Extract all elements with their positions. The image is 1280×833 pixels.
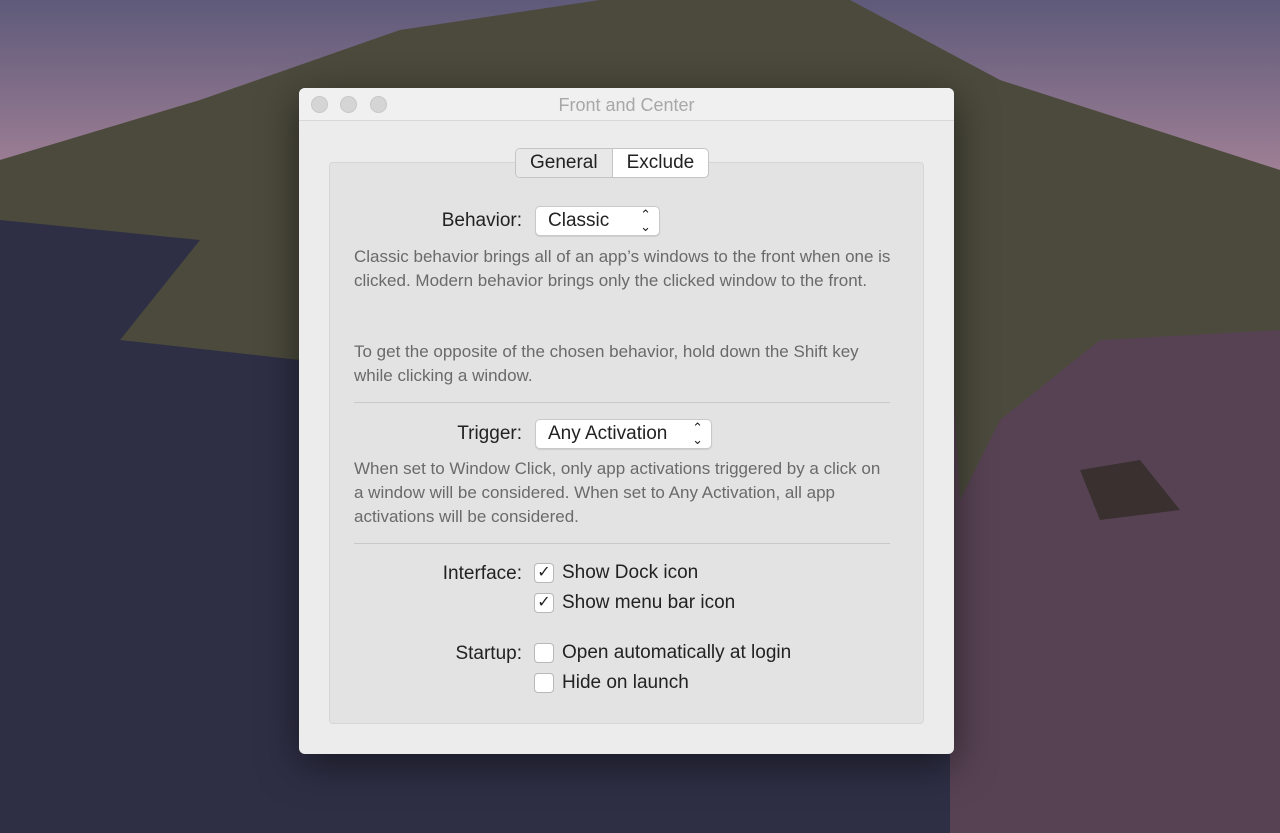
interface-label: Interface: [442,563,522,584]
show-dock-icon-checkbox[interactable]: ✓ Show Dock icon [534,562,698,584]
checkmark-icon: ✓ [534,563,554,583]
show-menu-bar-icon-checkbox[interactable]: ✓ Show menu bar icon [534,592,735,614]
checkmark-icon: ✓ [534,593,554,613]
divider [354,402,890,403]
divider [354,543,890,544]
hide-on-launch-checkbox[interactable]: Hide on launch [534,672,689,694]
window-title: Front and Center [558,95,695,115]
preferences-window: Front and Center General Exclude Behavio… [299,88,954,754]
trigger-label: Trigger: [457,423,522,444]
checkbox-label: Show menu bar icon [562,592,736,613]
checkbox-label: Hide on launch [562,672,689,693]
checkbox-box [534,643,554,663]
trigger-description: When set to Window Click, only app activ… [354,459,881,526]
shift-hint: To get the opposite of the chosen behavi… [354,342,859,385]
tab-exclude[interactable]: Exclude [613,149,709,177]
title-bar: Front and Center [299,88,954,121]
checkbox-box [534,673,554,693]
trigger-popup[interactable]: Any Activation ⌃ ⌄ [535,419,712,449]
checkbox-label: Show Dock icon [562,562,699,583]
behavior-popup[interactable]: Classic ⌃ ⌄ [535,206,660,236]
checkbox-label: Open automatically at login [562,642,792,663]
updown-chevron-icon: ⌃ ⌄ [640,207,651,234]
startup-label: Startup: [455,643,522,664]
behavior-description: Classic behavior brings all of an app’s … [354,247,891,290]
tab-general[interactable]: General [516,149,613,177]
open-at-login-checkbox[interactable]: Open automatically at login [534,642,791,664]
updown-chevron-icon: ⌃ ⌄ [692,420,703,447]
tab-control: General Exclude [515,148,710,178]
trigger-value: Any Activation [548,423,668,444]
behavior-value: Classic [548,210,610,231]
behavior-label: Behavior: [441,210,522,231]
